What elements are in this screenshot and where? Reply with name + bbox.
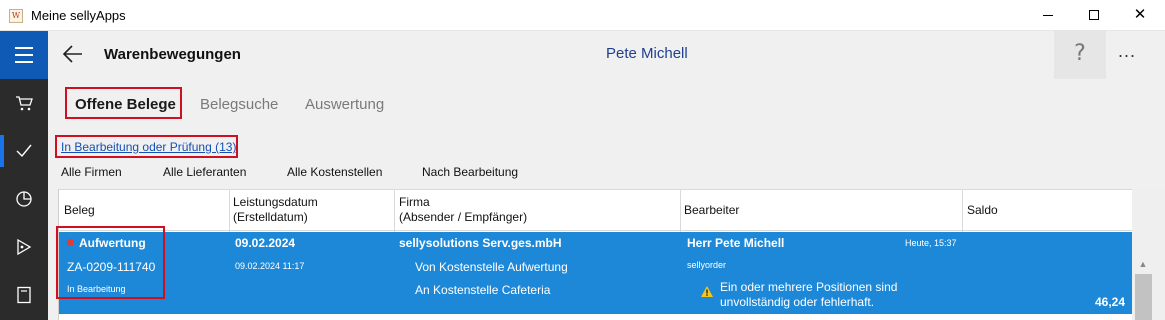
menu-button[interactable] <box>0 31 48 79</box>
column-header-beleg[interactable]: Beleg <box>64 203 95 218</box>
book-icon <box>17 286 31 304</box>
more-options-button[interactable]: ... <box>1118 41 1136 62</box>
current-user[interactable]: Pete Michell <box>606 45 688 62</box>
nav-item-tag[interactable] <box>0 223 48 271</box>
minimize-icon <box>1043 14 1053 16</box>
column-divider <box>680 190 681 232</box>
column-header-leistungsdatum[interactable]: Leistungsdatum (Erstelldatum) <box>233 195 318 225</box>
table-header: Beleg Leistungsdatum (Erstelldatum) Firma… <box>59 189 1132 232</box>
nav-item-cart[interactable] <box>0 79 48 127</box>
help-icon: ? <box>1074 41 1086 66</box>
column-header-bearbeiter[interactable]: Bearbeiter <box>684 203 739 218</box>
column-header-saldo[interactable]: Saldo <box>967 203 998 218</box>
page-header: Warenbewegungen Pete Michell ? ... <box>48 31 1165 79</box>
cart-icon <box>16 96 33 111</box>
sender-cost-center: Von Kostenstelle Aufwertung <box>415 260 568 274</box>
bearbeiter-time: Heute, 15:37 <box>905 238 957 248</box>
column-header-firma[interactable]: Firma (Absender / Empfänger) <box>399 195 527 225</box>
pie-chart-icon <box>16 191 32 207</box>
column-divider <box>394 190 395 232</box>
warning-text-line1: Ein oder mehrere Positionen sind <box>720 280 898 294</box>
filter-kostenstellen-button[interactable]: Alle Kostenstellen <box>287 165 382 179</box>
firma-name: sellysolutions Serv.ges.mbH <box>399 236 562 250</box>
column-divider <box>962 190 963 232</box>
leistungsdatum: 09.02.2024 <box>235 236 296 250</box>
table-spacer <box>59 314 1132 320</box>
nav-item-check[interactable] <box>0 127 48 175</box>
close-button[interactable]: ✕ <box>1117 0 1163 31</box>
receiver-cost-center: An Kostenstelle Cafeteria <box>415 283 551 297</box>
warning-text-line2: unvollständig oder fehlerhaft. <box>720 295 875 309</box>
page-title: Warenbewegungen <box>104 46 241 63</box>
close-icon: ✕ <box>1133 6 1147 23</box>
window-title: Meine sellyApps <box>31 8 126 23</box>
nav-item-analytics[interactable] <box>0 175 48 223</box>
maximize-icon <box>1089 10 1099 21</box>
saldo-value: 46,24 <box>1095 295 1126 309</box>
annotation-highlight <box>65 87 182 119</box>
more-icon: ... <box>1118 41 1137 61</box>
nav-item-book[interactable] <box>0 271 48 319</box>
main-content: In Bearbeitung oder Prüfung (13) Alle Fi… <box>48 127 1165 320</box>
table-row[interactable]: Aufwertung ZA-0209-111740 In Bearbeitung… <box>56 226 1132 314</box>
tag-icon <box>17 238 32 256</box>
minimize-button[interactable] <box>1025 0 1071 31</box>
annotation-highlight <box>55 135 238 158</box>
tab-bar: Offene Belege Belegsuche Auswertung <box>48 79 1165 127</box>
window-titlebar: W Meine sellyApps ✕ <box>0 0 1165 31</box>
scrollbar-thumb[interactable] <box>1135 274 1152 320</box>
maximize-button[interactable] <box>1071 0 1117 31</box>
bearbeiter-name: Herr Pete Michell <box>687 236 785 250</box>
menu-icon-bar <box>15 61 33 63</box>
tab-auswertung[interactable]: Auswertung <box>305 96 384 113</box>
warning-icon <box>701 286 713 297</box>
back-arrow-icon[interactable] <box>62 43 84 65</box>
menu-icon-bar <box>15 47 33 49</box>
documents-table: Beleg Leistungsdatum (Erstelldatum) Firma… <box>56 189 1165 320</box>
help-button[interactable]: ? <box>1054 31 1106 79</box>
app-logo-icon: W <box>9 9 23 23</box>
bearbeiter-source: sellyorder <box>687 260 727 270</box>
annotation-highlight <box>56 226 165 299</box>
check-icon <box>16 144 32 158</box>
column-divider <box>229 190 230 232</box>
sort-bearbeitung-button[interactable]: Nach Bearbeitung <box>422 165 518 179</box>
tab-belegsuche[interactable]: Belegsuche <box>200 96 278 113</box>
erstelldatum: 09.02.2024 11:17 <box>235 261 305 271</box>
menu-icon-bar <box>15 54 33 56</box>
nav-rail <box>0 31 48 320</box>
filter-firmen-button[interactable]: Alle Firmen <box>61 165 122 179</box>
filter-lieferanten-button[interactable]: Alle Lieferanten <box>163 165 246 179</box>
scroll-up-icon[interactable]: ▲ <box>1135 259 1151 275</box>
